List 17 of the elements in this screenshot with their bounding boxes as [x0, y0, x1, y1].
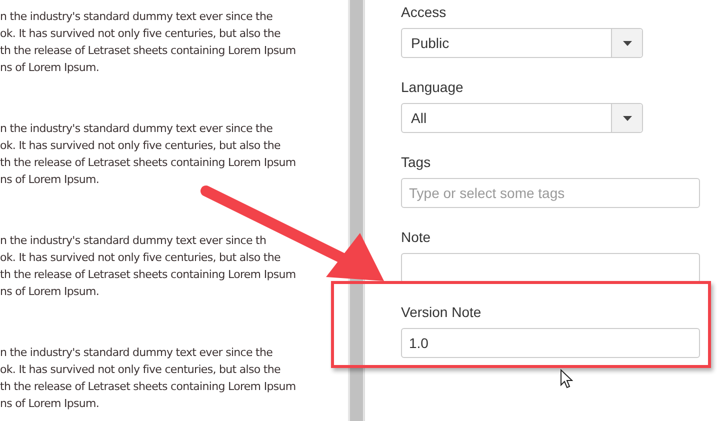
- input-field[interactable]: [401, 253, 700, 283]
- mouse-cursor-icon: [560, 369, 573, 389]
- field-label: Access: [401, 3, 448, 22]
- field-label: Tags: [401, 153, 432, 172]
- field-label: Version Note: [401, 303, 482, 322]
- body-paragraph: n the industry's standard dummy text ever since the ok. It has survived not only five centuries, but also the th the release of Letraset sheets containing Lorem Ipsum ns of Lorem Ipsum.: [0, 345, 297, 412]
- body-paragraph: n the industry's standard dummy text ever since the ok. It has survived not only five centuries, but also the th the release of Letraset sheets containing Lorem Ipsum ns of Lorem Ipsum.: [0, 121, 297, 188]
- body-paragraph: n the industry's standard dummy text ever since the ok. It has survived not only five centuries, but also the th the release of Letraset sheets containing Lorem Ipsum ns of Lorem Ipsum.: [0, 9, 297, 76]
- caret-icon: [622, 40, 632, 46]
- input-field[interactable]: Type or select some tags: [401, 178, 700, 208]
- body-paragraph: n the industry's standard dummy text ever since th ok. It has survived not only five centuries, but also the th the release of Letraset sheets containing Lorem Ipsum ns of Lorem Ipsum.: [0, 233, 297, 300]
- dropdown-select[interactable]: All: [401, 103, 643, 133]
- field-label: Note: [401, 228, 432, 247]
- input-field[interactable]: 1.0: [401, 328, 700, 358]
- caret-icon: [622, 116, 632, 120]
- field-label: Language: [401, 78, 464, 97]
- dropdown-select[interactable]: Public: [401, 28, 643, 58]
